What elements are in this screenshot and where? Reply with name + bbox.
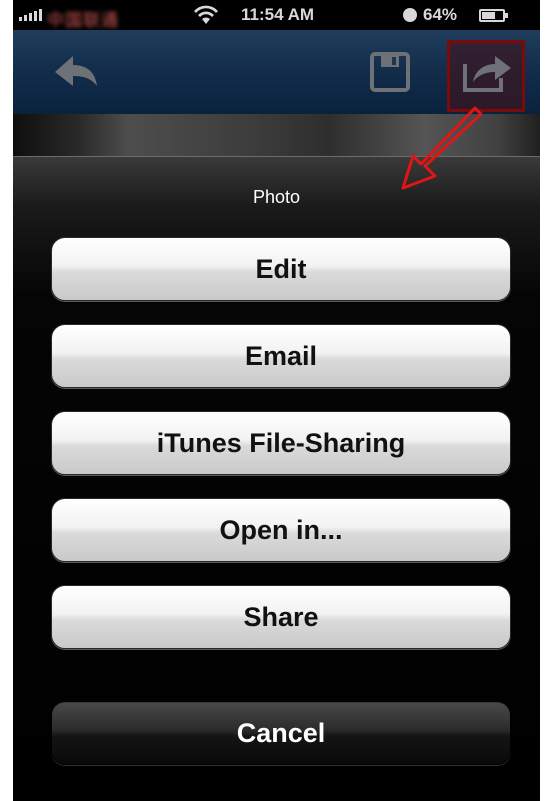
carrier-name: 中国联通 <box>47 11 119 30</box>
status-bar: 中国联通 11:54 AM 64% <box>13 0 540 30</box>
open-in-button[interactable]: Open in... <box>51 498 511 562</box>
email-button[interactable]: Email <box>51 324 511 388</box>
battery-tip <box>505 13 508 18</box>
itunes-file-sharing-button[interactable]: iTunes File-Sharing <box>51 411 511 475</box>
signal-strength-icon <box>19 9 42 21</box>
share-button-label: Share <box>243 601 319 632</box>
edit-button[interactable]: Edit <box>51 237 511 301</box>
cancel-button-label: Cancel <box>236 717 326 748</box>
cancel-button[interactable]: Cancel <box>51 701 511 765</box>
email-button-label: Email <box>244 340 318 371</box>
itunes-file-sharing-label: iTunes File-Sharing <box>156 427 406 458</box>
edit-button-label: Edit <box>255 253 307 284</box>
battery-icon <box>479 9 505 22</box>
battery-percentage: 64% <box>423 5 458 24</box>
alarm-icon <box>403 8 417 22</box>
phone-screen: 中国联通 11:54 AM 64% Photo Edit Email iTune… <box>13 0 540 801</box>
wifi-icon <box>194 5 218 24</box>
annotation-arrow-icon <box>401 106 483 190</box>
status-time: 11:54 AM <box>241 5 315 24</box>
share-button[interactable]: Share <box>51 585 511 649</box>
action-sheet: Photo Edit Email iTunes File-Sharing Ope… <box>13 156 540 801</box>
open-in-button-label: Open in... <box>219 514 343 545</box>
